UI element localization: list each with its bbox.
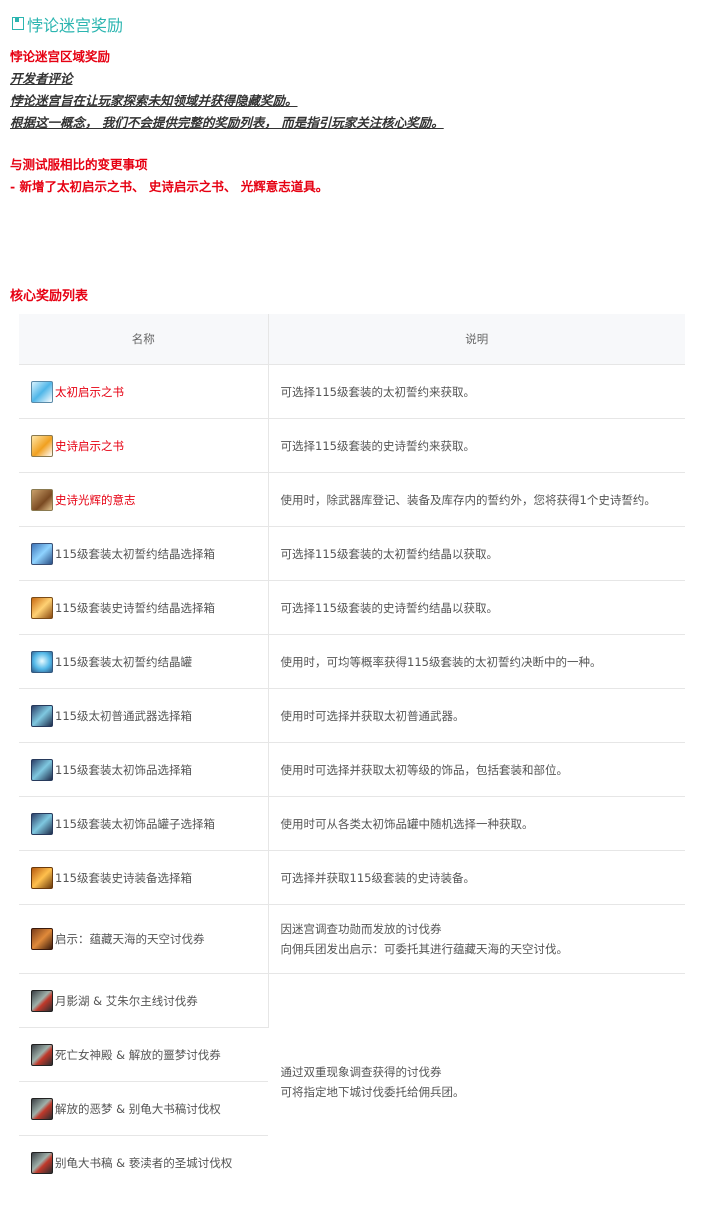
intro-block: 悖论迷宫区域奖励 开发者评论 悖论迷宫旨在让玩家探索未知领域并获得隐藏奖励。 根…: [10, 46, 700, 198]
item-name[interactable]: 太初启示之书: [55, 384, 124, 400]
primeval-crystal-box-icon: [31, 542, 53, 565]
table-row: 史诗光辉的意志 使用时，除武器库登记、装备及库存内的誓约外，您将获得1个史诗誓约…: [19, 472, 685, 527]
table-row: 115级套装太初饰品选择箱 使用时可选择并获取太初等级的饰品，包括套装和部位。: [19, 742, 685, 797]
epic-book-icon: [31, 434, 53, 457]
table-row: 115级套装太初誓约结晶选择箱 可选择115级套装的太初誓约结晶以获取。: [19, 526, 685, 581]
table-row: 启示：蕴藏天海的天空讨伐券 因迷宫调查功勋而发放的讨伐券向佣兵团发出启示：可委托…: [19, 904, 685, 974]
table-header-row: 名称 说明: [19, 314, 685, 365]
item-name[interactable]: 115级套装史诗誓约结晶选择箱: [55, 600, 215, 616]
item-desc: 可选择115级套装的史诗誓约来获取。: [268, 418, 685, 473]
table-row: 115级太初普通武器选择箱 使用时可选择并获取太初普通武器。: [19, 688, 685, 743]
dungeon-raid-ticket-icon: [31, 1097, 53, 1120]
item-name[interactable]: 启示：蕴藏天海的天空讨伐券: [55, 931, 205, 947]
zone-title: 悖论迷宫区域奖励: [10, 49, 111, 64]
item-desc: 可选择115级套装的太初誓约来获取。: [268, 364, 685, 419]
sky-raid-ticket-icon: [31, 928, 53, 950]
item-name[interactable]: 月影湖 & 艾朱尔主线讨伐券: [55, 993, 198, 1009]
item-desc-line-1: 因迷宫调查功勋而发放的讨伐券: [280, 922, 442, 936]
primeval-crystal-jar-icon: [31, 650, 53, 673]
item-name[interactable]: 史诗启示之书: [55, 438, 124, 454]
epic-crystal-box-icon: [31, 596, 53, 619]
item-name[interactable]: 死亡女神殿 & 解放的噩梦讨伐券: [55, 1047, 221, 1063]
item-name[interactable]: 解放的恶梦 & 别龟大书稿讨伐权: [55, 1101, 221, 1117]
item-name[interactable]: 115级套装太初誓约结晶罐: [55, 654, 192, 670]
item-name[interactable]: 115级套装史诗装备选择箱: [55, 870, 192, 886]
primeval-accessory-box-icon: [31, 758, 53, 781]
dev-comment-heading: 开发者评论: [10, 71, 73, 86]
primeval-book-icon: [31, 380, 53, 403]
header-name: 名称: [19, 314, 269, 365]
table-row: 115级套装史诗誓约结晶选择箱 可选择115级套装的史诗誓约结晶以获取。: [19, 580, 685, 635]
primeval-accessory-jar-box-icon: [31, 812, 53, 835]
changes-line: - 新增了太初启示之书、 史诗启示之书、 光辉意志道具。: [10, 179, 329, 194]
item-desc: 使用时可从各类太初饰品罐中随机选择一种获取。: [268, 796, 685, 851]
dungeon-raid-ticket-icon: [31, 1043, 53, 1066]
table-row: 115级套装太初誓约结晶罐 使用时，可均等概率获得115级套装的太初誓约决断中的…: [19, 634, 685, 689]
item-desc: 可选择115级套装的史诗誓约结晶以获取。: [268, 580, 685, 635]
epic-equipment-box-icon: [31, 866, 53, 889]
item-name[interactable]: 115级太初普通武器选择箱: [55, 708, 192, 724]
table-row: 太初启示之书 可选择115级套装的太初誓约来获取。: [19, 364, 685, 419]
table-row: 115级套装史诗装备选择箱 可选择并获取115级套装的史诗装备。: [19, 850, 685, 905]
radiant-will-icon: [31, 488, 53, 511]
page-title-row: 悖论迷宫奖励: [12, 12, 123, 36]
section-title: 核心奖励列表: [10, 289, 89, 304]
item-name[interactable]: 115级套装太初誓约结晶选择箱: [55, 546, 215, 562]
rewards-table: 名称 说明 太初启示之书 可选择115级套装的太初誓约来获取。 史诗启示之书 可…: [19, 314, 685, 1189]
group-desc-line-2: 可将指定地下城讨伐委托给佣兵团。: [280, 1084, 465, 1099]
primeval-weapon-box-icon: [31, 704, 53, 727]
table-row: 月影湖 & 艾朱尔主线讨伐券 通过双重现象调查获得的讨伐券可将指定地下城讨伐委托…: [19, 973, 685, 1099]
bookmark-icon: [12, 16, 24, 30]
item-name[interactable]: 史诗光辉的意志: [55, 492, 136, 508]
item-desc: 可选择115级套装的太初誓约结晶以获取。: [268, 526, 685, 581]
item-name[interactable]: 115级套装太初饰品罐子选择箱: [55, 816, 215, 832]
page-title: 悖论迷宫奖励: [27, 16, 124, 35]
dungeon-raid-ticket-icon: [31, 1151, 53, 1174]
item-desc-line-2: 向佣兵团发出启示：可委托其进行蕴藏天海的天空讨伐。: [280, 942, 569, 956]
item-desc: 使用时可选择并获取太初普通武器。: [268, 688, 685, 743]
item-desc: 使用时可选择并获取太初等级的饰品，包括套装和部位。: [268, 742, 685, 797]
item-name[interactable]: 别龟大书稿 & 亵渎者的圣城讨伐权: [55, 1155, 232, 1171]
item-desc: 使用时，可均等概率获得115级套装的太初誓约决断中的一种。: [268, 634, 685, 689]
dungeon-raid-ticket-icon: [31, 989, 53, 1012]
table-row: 115级套装太初饰品罐子选择箱 使用时可从各类太初饰品罐中随机选择一种获取。: [19, 796, 685, 851]
changes-title: 与测试服相比的变更事项: [10, 157, 148, 172]
item-name[interactable]: 115级套装太初饰品选择箱: [55, 762, 192, 778]
header-desc: 说明: [268, 314, 685, 365]
intro-line-2: 根据这一概念， 我们不会提供完整的奖励列表， 而是指引玩家关注核心奖励。: [10, 115, 444, 130]
item-desc: 可选择并获取115级套装的史诗装备。: [268, 850, 685, 905]
group-desc-line-1: 通过双重现象调查获得的讨伐券: [280, 1064, 442, 1079]
item-desc: 使用时，除武器库登记、装备及库存内的誓约外，您将获得1个史诗誓约。: [268, 472, 685, 527]
table-row: 史诗启示之书 可选择115级套装的史诗誓约来获取。: [19, 418, 685, 473]
intro-line-1: 悖论迷宫旨在让玩家探索未知领域并获得隐藏奖励。: [10, 93, 298, 108]
